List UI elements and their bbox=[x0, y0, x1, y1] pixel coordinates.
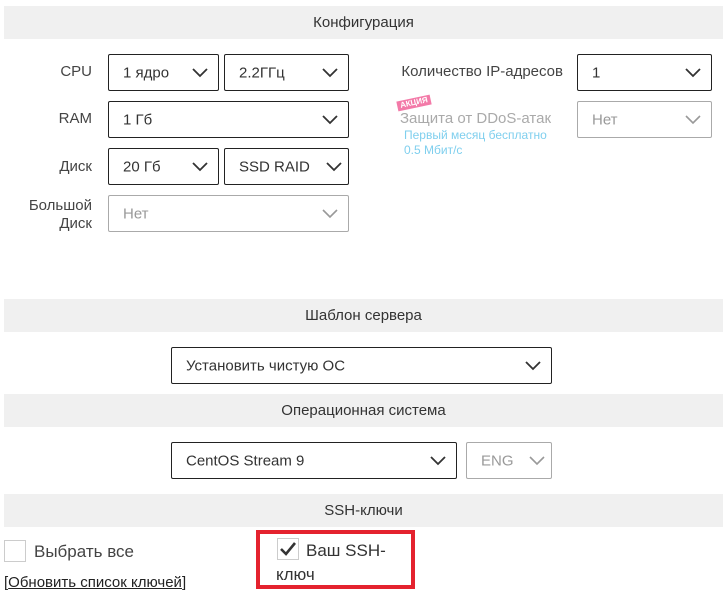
cpu-cores-value: 1 ядро bbox=[123, 64, 170, 81]
disk-size-select[interactable]: 20 Гб bbox=[108, 148, 219, 185]
os-value: CentOS Stream 9 bbox=[186, 452, 305, 469]
server-template-value: Установить чистую ОС bbox=[186, 357, 346, 374]
big-disk-label: Большой Диск bbox=[10, 197, 92, 233]
refresh-keys-link-text[interactable]: Обновить список ключей bbox=[8, 574, 182, 591]
server-template-select[interactable]: Установить чистую ОС bbox=[171, 347, 552, 384]
ram-select[interactable]: 1 Гб bbox=[108, 101, 349, 138]
chevron-down-icon bbox=[685, 67, 701, 78]
ddos-promo-line2: 0.5 Мбит/с bbox=[404, 143, 463, 157]
section-header-os: Операционная система bbox=[4, 394, 723, 427]
big-disk-label-line2: Диск bbox=[59, 215, 92, 232]
chevron-down-icon bbox=[192, 67, 208, 78]
select-all-label[interactable]: Выбрать все bbox=[34, 542, 134, 562]
cpu-cores-select[interactable]: 1 ядро bbox=[108, 54, 219, 91]
chevron-down-icon bbox=[430, 455, 446, 466]
section-header-ssh: SSH-ключи bbox=[4, 494, 723, 527]
ip-count-value: 1 bbox=[592, 64, 601, 81]
chevron-down-icon bbox=[326, 161, 342, 172]
ssh-key-checkbox[interactable] bbox=[277, 538, 299, 560]
section-header-config: Конфигурация bbox=[4, 6, 723, 39]
chevron-down-icon bbox=[322, 67, 338, 78]
big-disk-label-line1: Большой bbox=[28, 197, 92, 214]
checkmark-icon bbox=[280, 542, 297, 556]
chevron-down-icon bbox=[322, 208, 338, 219]
disk-type-value: SSD RAID bbox=[239, 158, 310, 175]
disk-size-value: 20 Гб bbox=[123, 158, 161, 175]
ram-label: RAM bbox=[58, 110, 92, 127]
disk-label: Диск bbox=[59, 158, 92, 175]
chevron-down-icon bbox=[322, 114, 338, 125]
promo-badge: АКЦИЯ bbox=[396, 94, 432, 112]
chevron-down-icon bbox=[529, 455, 545, 466]
chevron-down-icon bbox=[192, 161, 208, 172]
ssh-key-label-line1[interactable]: Ваш SSH- bbox=[306, 541, 386, 561]
ip-count-label: Количество IP-адресов bbox=[401, 63, 563, 80]
ram-value: 1 Гб bbox=[123, 111, 153, 128]
ddos-promo-line1: Первый месяц бесплатно bbox=[404, 128, 547, 142]
chevron-down-icon bbox=[685, 114, 701, 125]
ddos-protection-value: Нет bbox=[592, 111, 618, 128]
os-language-select[interactable]: ENG bbox=[466, 442, 552, 479]
cpu-label: CPU bbox=[60, 63, 92, 80]
ip-count-select[interactable]: 1 bbox=[577, 54, 712, 91]
ddos-promo-text: Первый месяц бесплатно 0.5 Мбит/с bbox=[404, 128, 547, 158]
os-language-value: ENG bbox=[481, 452, 514, 469]
big-disk-value: Нет bbox=[123, 205, 149, 222]
refresh-keys-link[interactable]: [Обновить список ключей] bbox=[4, 574, 186, 591]
ssh-key-label-line2[interactable]: ключ bbox=[276, 565, 315, 585]
select-all-checkbox[interactable] bbox=[4, 540, 26, 562]
section-header-template: Шаблон сервера bbox=[4, 299, 723, 332]
ddos-protection-label: Защита от DDoS-атак bbox=[400, 110, 552, 127]
ddos-protection-select[interactable]: Нет bbox=[577, 101, 712, 138]
cpu-frequency-value: 2.2ГГц bbox=[239, 64, 285, 81]
disk-type-select[interactable]: SSD RAID bbox=[224, 148, 349, 185]
cpu-frequency-select[interactable]: 2.2ГГц bbox=[224, 54, 349, 91]
chevron-down-icon bbox=[525, 360, 541, 371]
big-disk-select[interactable]: Нет bbox=[108, 195, 349, 232]
os-select[interactable]: CentOS Stream 9 bbox=[171, 442, 457, 479]
